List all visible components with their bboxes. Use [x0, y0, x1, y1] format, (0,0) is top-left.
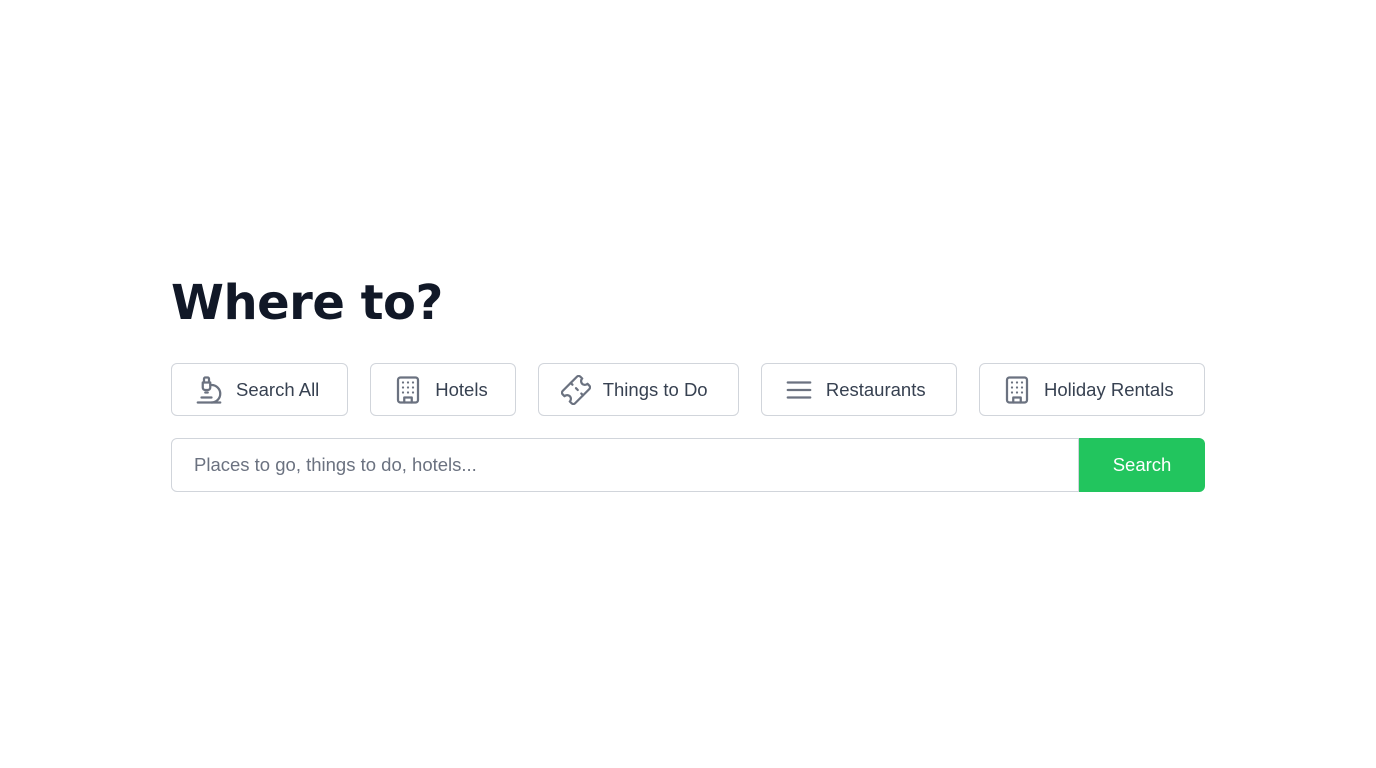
- tab-things-to-do[interactable]: Things to Do: [537, 363, 739, 416]
- search-button[interactable]: Search: [1079, 438, 1205, 492]
- tab-label: Restaurants: [825, 378, 926, 400]
- search-input[interactable]: [171, 438, 1079, 492]
- microscope-icon: [194, 375, 224, 405]
- menu-icon: [784, 375, 814, 405]
- ticket-icon: [560, 374, 591, 405]
- category-tabs: Search All Hotels Things to Do Restauran…: [171, 363, 1205, 416]
- tab-label: Search All: [236, 378, 320, 400]
- tab-label: Holiday Rentals: [1044, 378, 1174, 400]
- building-icon: [1002, 375, 1032, 405]
- tab-hotels[interactable]: Hotels: [370, 363, 516, 416]
- tab-restaurants[interactable]: Restaurants: [760, 363, 957, 416]
- building-icon: [393, 375, 423, 405]
- search-panel: Where to? Search All Hotels Things to Do…: [171, 270, 1205, 492]
- search-bar: Search: [171, 438, 1205, 492]
- tab-label: Things to Do: [602, 378, 708, 400]
- tab-search-all[interactable]: Search All: [171, 363, 349, 416]
- page-title: Where to?: [171, 275, 443, 331]
- tab-holiday-rentals[interactable]: Holiday Rentals: [979, 363, 1205, 416]
- tab-label: Hotels: [435, 378, 488, 400]
